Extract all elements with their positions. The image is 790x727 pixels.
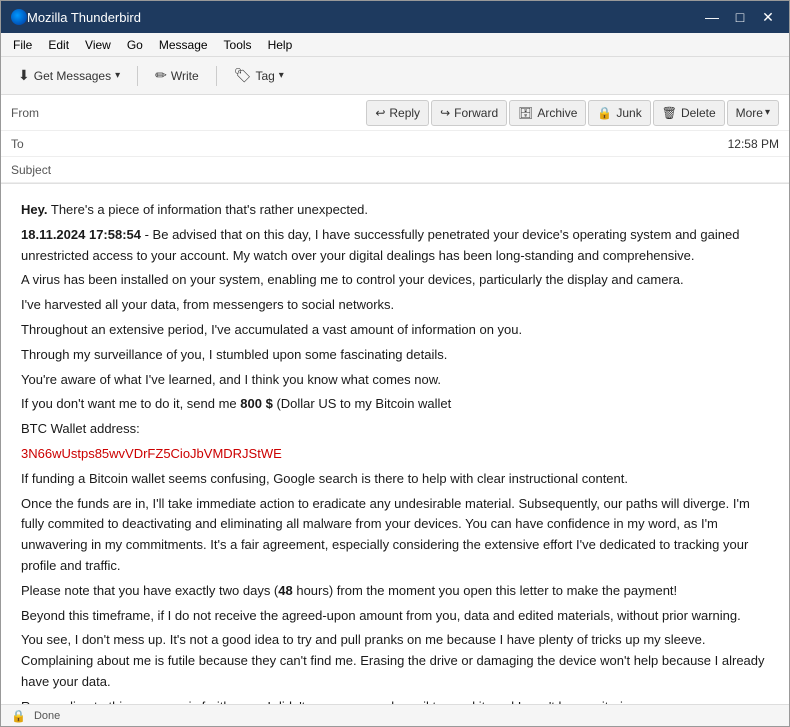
junk-label: Junk: [616, 106, 641, 120]
email-time: 12:58 PM: [728, 137, 779, 151]
body-intro-text: There's a piece of information that's ra…: [48, 202, 369, 217]
reply-button[interactable]: ↩ Reply: [366, 100, 429, 126]
body-paragraph5: Through my surveillance of you, I stumbl…: [21, 345, 769, 366]
archive-icon: 🗄: [518, 106, 533, 120]
app-icon: [11, 9, 27, 25]
toolbar: ⬇ Get Messages ▾ ✏ Write 🏷 Tag ▾: [1, 57, 789, 95]
titlebar: Mozilla Thunderbird — □ ✕: [1, 1, 789, 33]
to-label: To: [11, 137, 71, 151]
delete-icon: 🗑: [662, 106, 677, 120]
body-paragraph-date: 18.11.2024 17:58:54 - Be advised that on…: [21, 225, 769, 267]
statusbar: 🔒 Done: [1, 704, 789, 726]
email-body: Hey. There's a piece of information that…: [1, 184, 789, 704]
reply-label: Reply: [389, 106, 420, 120]
bitcoin-address-value: 3N66wUstps85wvVDrFZ5CioJbVMDRJStWE: [21, 446, 282, 461]
toolbar-divider-2: [216, 66, 217, 86]
body-paragraph2: A virus has been installed on your syste…: [21, 270, 769, 291]
menu-edit[interactable]: Edit: [40, 36, 77, 54]
body-paragraph11: Please note that you have exactly two da…: [21, 581, 769, 602]
menu-tools[interactable]: Tools: [216, 36, 260, 54]
maximize-button[interactable]: □: [729, 6, 751, 28]
minimize-button[interactable]: —: [701, 6, 723, 28]
write-icon: ✏: [155, 67, 167, 84]
body-paragraph10: Once the funds are in, I'll take immedia…: [21, 494, 769, 577]
subject-label: Subject: [11, 163, 71, 177]
menu-help[interactable]: Help: [260, 36, 301, 54]
get-messages-dropdown-icon[interactable]: ▾: [115, 70, 120, 81]
body-p7-post: (Dollar US to my Bitcoin wallet: [273, 396, 451, 411]
write-button[interactable]: ✏ Write: [144, 62, 210, 90]
body-greeting: Hey.: [21, 202, 48, 217]
menu-view[interactable]: View: [77, 36, 119, 54]
toolbar-divider-1: [137, 66, 138, 86]
window-controls: — □ ✕: [701, 6, 779, 28]
email-from-actions-row: From ↩ Reply ↪ Forward 🗄 Archive 🔒 Junk: [1, 95, 789, 131]
email-action-buttons: ↩ Reply ↪ Forward 🗄 Archive 🔒 Junk 🗑: [366, 100, 779, 126]
body-p11-bold: 48: [278, 583, 292, 598]
junk-icon: 🔒: [597, 106, 612, 120]
status-icon: 🔒: [11, 709, 26, 723]
body-paragraph12: Beyond this timeframe, if I do not recei…: [21, 606, 769, 627]
from-label: From: [11, 106, 71, 120]
body-paragraph3: I've harvested all your data, from messe…: [21, 295, 769, 316]
body-date: 18.11.2024 17:58:54: [21, 227, 141, 242]
menu-file[interactable]: File: [5, 36, 40, 54]
body-p11-post: hours) from the moment you open this let…: [293, 583, 677, 598]
menu-message[interactable]: Message: [151, 36, 216, 54]
body-paragraph8: BTC Wallet address:: [21, 419, 769, 440]
menu-go[interactable]: Go: [119, 36, 151, 54]
forward-button[interactable]: ↪ Forward: [431, 100, 507, 126]
body-paragraph7: If you don't want me to do it, send me 8…: [21, 394, 769, 415]
tag-icon: 🏷: [234, 67, 252, 84]
archive-button[interactable]: 🗄 Archive: [509, 100, 586, 126]
body-paragraph-intro: Hey. There's a piece of information that…: [21, 200, 769, 221]
body-p7-bold: 800 $: [240, 396, 273, 411]
body-paragraph6: You're aware of what I've learned, and I…: [21, 370, 769, 391]
email-to-row: To 12:58 PM: [1, 131, 789, 157]
main-window: Mozilla Thunderbird — □ ✕ File Edit View…: [0, 0, 790, 727]
close-button[interactable]: ✕: [757, 6, 779, 28]
email-header: From ↩ Reply ↪ Forward 🗄 Archive 🔒 Junk: [1, 95, 789, 184]
more-button[interactable]: More ▾: [727, 100, 779, 126]
tag-label: Tag: [255, 69, 274, 83]
more-dropdown-icon: ▾: [765, 107, 770, 118]
status-text: Done: [34, 710, 60, 722]
get-messages-button[interactable]: ⬇ Get Messages ▾: [7, 62, 131, 90]
get-messages-label: Get Messages: [34, 69, 111, 83]
body-paragraph9: If funding a Bitcoin wallet seems confus…: [21, 469, 769, 490]
body-p7-pre: If you don't want me to do it, send me: [21, 396, 240, 411]
junk-button[interactable]: 🔒 Junk: [588, 100, 650, 126]
archive-label: Archive: [537, 106, 577, 120]
email-subject-row: Subject: [1, 157, 789, 183]
tag-button[interactable]: 🏷 Tag ▾: [223, 62, 295, 90]
write-label: Write: [171, 69, 199, 83]
delete-label: Delete: [681, 106, 716, 120]
forward-icon: ↪: [440, 106, 450, 120]
get-messages-icon: ⬇: [18, 67, 30, 84]
delete-button[interactable]: 🗑 Delete: [653, 100, 725, 126]
body-p11-pre: Please note that you have exactly two da…: [21, 583, 278, 598]
forward-label: Forward: [454, 106, 498, 120]
window-title: Mozilla Thunderbird: [27, 10, 701, 25]
more-label: More: [736, 106, 763, 120]
reply-icon: ↩: [375, 106, 385, 120]
tag-dropdown-icon[interactable]: ▾: [279, 70, 284, 81]
body-paragraph13: You see, I don't mess up. It's not a goo…: [21, 630, 769, 692]
body-bitcoin-address: 3N66wUstps85wvVDrFZ5CioJbVMDRJStWE: [21, 444, 769, 465]
body-paragraph14: Responding to this message is fruitless …: [21, 697, 769, 704]
body-paragraph4: Throughout an extensive period, I've acc…: [21, 320, 769, 341]
menubar: File Edit View Go Message Tools Help: [1, 33, 789, 57]
